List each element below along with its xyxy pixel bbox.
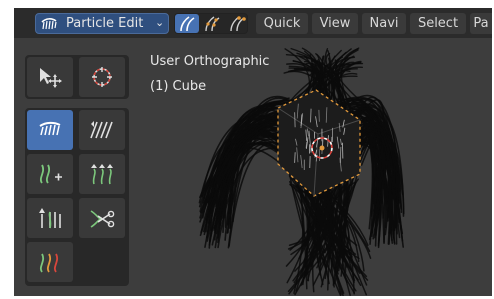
- toolbar-brush-group: [25, 108, 129, 286]
- mode-label: Particle Edit: [66, 16, 144, 31]
- path-mode-icon: [180, 16, 195, 32]
- blender-window: User Orthographic (1) Cube Particle Edit…: [14, 8, 492, 296]
- menu-view[interactable]: View: [312, 13, 358, 34]
- cut-scissors-icon: [90, 210, 115, 228]
- tool-puff[interactable]: [27, 198, 73, 238]
- menu-select[interactable]: Select: [410, 13, 466, 34]
- smooth-icon: [90, 121, 113, 139]
- tool-select-box[interactable]: [27, 57, 73, 97]
- chevron-down-icon: ⌄: [155, 16, 165, 29]
- length-icon: [91, 164, 113, 185]
- 3d-viewport[interactable]: User Orthographic (1) Cube: [14, 38, 492, 296]
- puff-icon: [39, 208, 61, 229]
- add-hair-icon: [39, 164, 62, 184]
- tool-comb[interactable]: [27, 110, 73, 150]
- menu-navigation[interactable]: Navi: [362, 13, 406, 34]
- path-select-mode-button[interactable]: [175, 14, 199, 33]
- tool-weight[interactable]: [27, 242, 73, 282]
- tool-length[interactable]: [79, 154, 125, 194]
- point-mode-icon: [205, 16, 220, 32]
- tip-mode-icon: [230, 16, 246, 32]
- comb-icon: [41, 18, 57, 30]
- toolbar-select-group: [25, 55, 129, 99]
- comb-icon: [39, 121, 61, 136]
- object-name-label: (1) Cube: [150, 79, 207, 94]
- view-name-label: User Orthographic: [150, 54, 270, 69]
- mode-dropdown[interactable]: Particle Edit ⌄: [35, 13, 169, 34]
- tool-smooth[interactable]: [79, 110, 125, 150]
- tool-cut[interactable]: [79, 198, 125, 238]
- menu-quick[interactable]: Quick: [256, 13, 308, 34]
- viewport-header: Particle Edit ⌄ Quick View Navi Select P…: [14, 8, 492, 38]
- menu-particle[interactable]: Pa: [470, 13, 492, 34]
- tool-cursor[interactable]: [79, 57, 125, 97]
- select-mode-group: [174, 13, 248, 34]
- cursor-icon: [92, 67, 112, 87]
- tool-add[interactable]: [27, 154, 73, 194]
- tip-select-mode-button[interactable]: [225, 14, 249, 33]
- select-box-icon: [40, 68, 62, 88]
- point-select-mode-button[interactable]: [200, 14, 224, 33]
- weight-icon: [39, 253, 59, 273]
